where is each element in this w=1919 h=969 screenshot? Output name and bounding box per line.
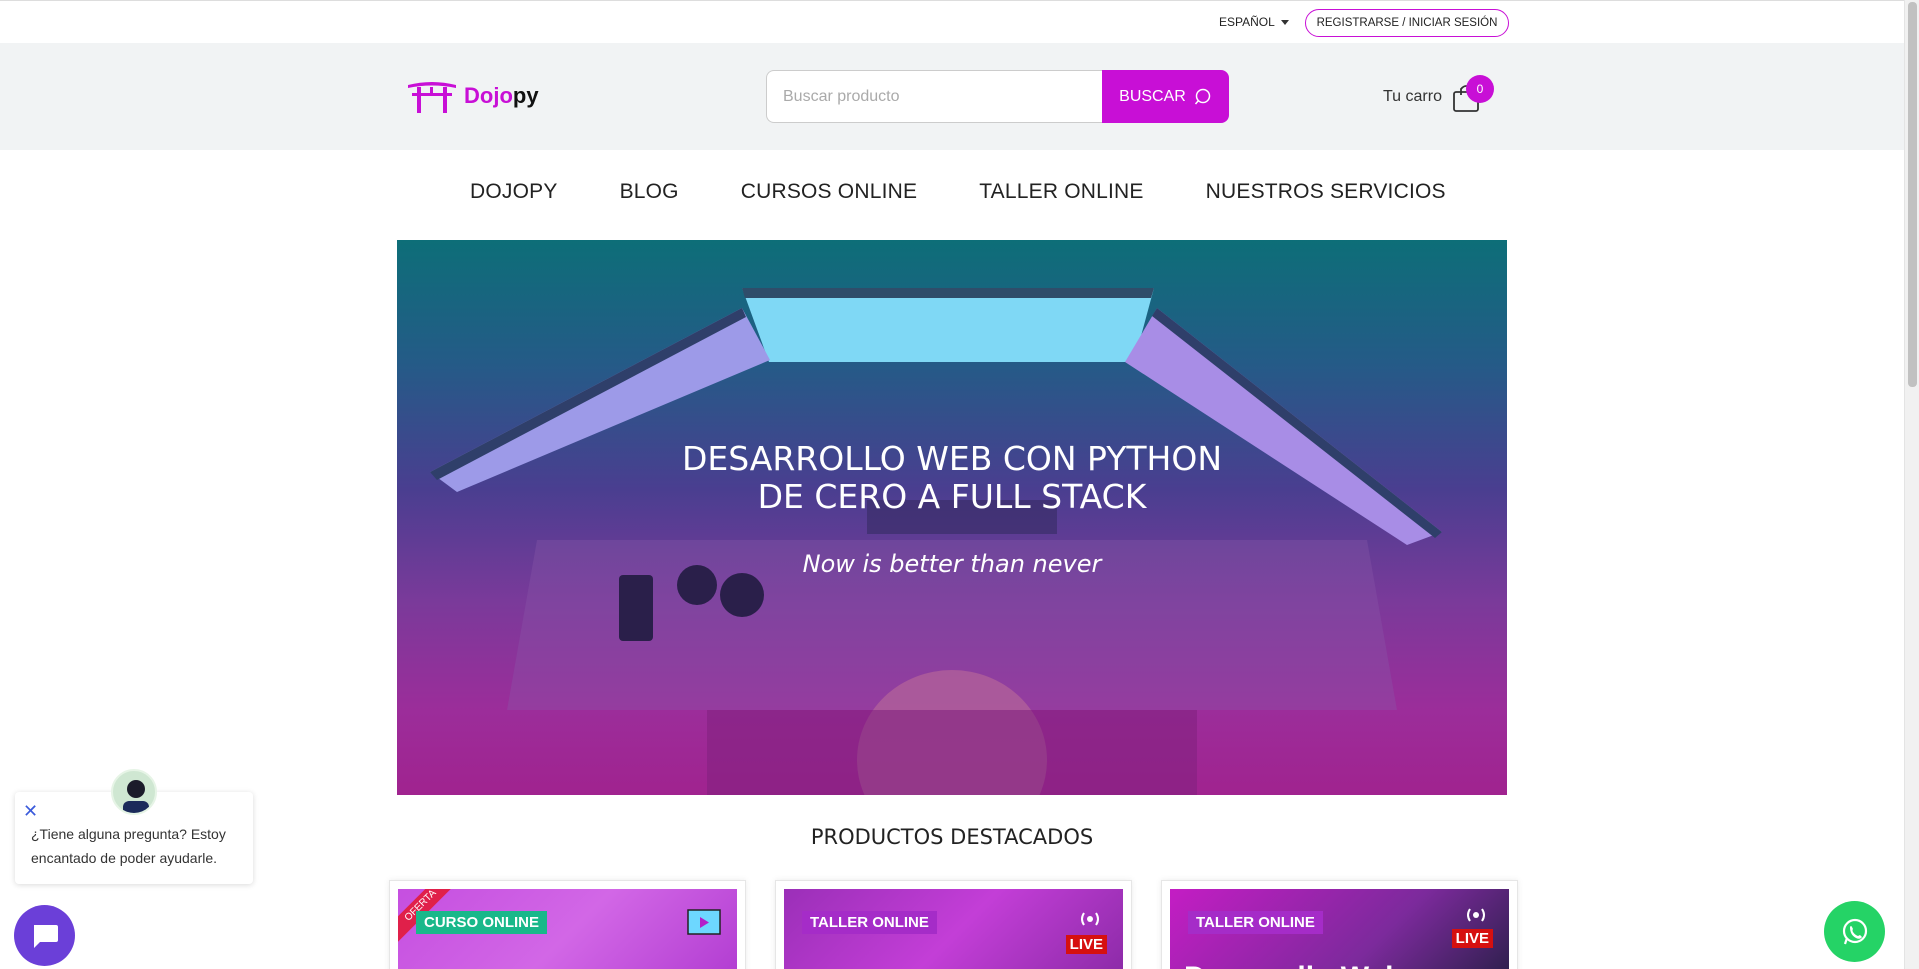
product-card[interactable]: TALLER ONLINE LIVE Desarrollo Web <box>1161 880 1518 969</box>
close-icon[interactable]: ✕ <box>23 802 38 820</box>
search-button-label: BUSCAR <box>1119 87 1186 105</box>
product-tag: TALLER ONLINE <box>1188 911 1323 934</box>
product-image: TALLER ONLINE LIVE <box>784 889 1123 969</box>
top-bar: ESPAÑOL REGISTRARSE / INICIAR SESIÓN <box>0 0 1904 43</box>
avatar <box>111 769 157 815</box>
logo-prefix: Dojo <box>464 83 513 108</box>
live-badge: LIVE <box>1451 929 1493 948</box>
hero-title: DESARROLLO WEB CON PYTHON DE CERO A FULL… <box>397 440 1507 516</box>
logo[interactable]: Dojopy <box>406 79 539 113</box>
product-tag: CURSO ONLINE <box>416 911 548 934</box>
logo-suffix: py <box>512 83 539 108</box>
logo-text: Dojopy <box>464 83 539 109</box>
main-nav: DOJOPY BLOG CURSOS ONLINE TALLER ONLINE … <box>0 150 1904 240</box>
broadcast-icon <box>1467 908 1485 922</box>
hero-title-line2: DE CERO A FULL STACK <box>757 477 1147 516</box>
language-label: ESPAÑOL <box>1219 15 1275 29</box>
broadcast-icon <box>1081 912 1099 926</box>
product-card[interactable]: OFERTA CURSO ONLINE <box>389 880 746 969</box>
nav-item-taller-online[interactable]: TALLER ONLINE <box>979 180 1143 204</box>
chat-bubble-icon <box>33 924 58 948</box>
login-register-button[interactable]: REGISTRARSE / INICIAR SESIÓN <box>1305 9 1509 37</box>
product-image: TALLER ONLINE LIVE Desarrollo Web <box>1170 889 1509 969</box>
chevron-down-icon <box>1280 19 1289 25</box>
nav-item-nuestros-servicios[interactable]: NUESTROS SERVICIOS <box>1206 180 1446 204</box>
product-tag: TALLER ONLINE <box>802 911 937 934</box>
search-form: BUSCAR <box>766 70 1229 123</box>
nav-item-blog[interactable]: BLOG <box>620 180 679 204</box>
page-scrollbar[interactable] <box>1904 0 1919 969</box>
nav-item-dojopy[interactable]: DOJOPY <box>470 180 558 204</box>
header: Dojopy BUSCAR Tu carro 0 <box>0 43 1904 150</box>
product-image: OFERTA CURSO ONLINE <box>398 889 737 969</box>
whatsapp-icon <box>1842 918 1867 944</box>
chat-button[interactable] <box>14 905 75 966</box>
torii-logo-icon <box>408 82 456 113</box>
hero-banner: DESARROLLO WEB CON PYTHON DE CERO A FULL… <box>397 240 1507 795</box>
cart-count-badge: 0 <box>1466 75 1494 103</box>
cart-label: Tu carro <box>1383 88 1442 105</box>
video-icon <box>687 909 721 935</box>
product-title: Desarrollo Web <box>1184 961 1404 969</box>
nav-item-cursos-online[interactable]: CURSOS ONLINE <box>741 180 917 204</box>
hero-subtitle: Now is better than never <box>802 550 1102 578</box>
chat-message: ¿Tiene alguna pregunta? Estoy encantado … <box>31 826 226 866</box>
live-badge: LIVE <box>1065 935 1107 954</box>
product-card[interactable]: TALLER ONLINE LIVE <box>775 880 1132 969</box>
scrollbar-thumb[interactable] <box>1908 2 1917 387</box>
hero-title-line1: DESARROLLO WEB CON PYTHON <box>681 439 1223 478</box>
whatsapp-button[interactable] <box>1824 901 1885 962</box>
search-icon <box>1194 88 1211 104</box>
search-button[interactable]: BUSCAR <box>1102 70 1229 123</box>
search-input[interactable] <box>766 70 1102 123</box>
language-selector[interactable]: ESPAÑOL <box>1219 15 1289 29</box>
hero-desk-illustration <box>430 288 1442 795</box>
featured-title: PRODUCTOS DESTACADOS <box>810 825 1094 849</box>
